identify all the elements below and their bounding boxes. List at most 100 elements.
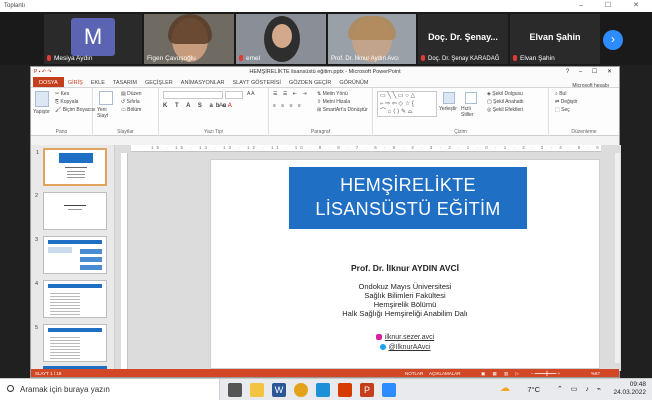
align-buttons[interactable]: ≡ ≡ ≡ ≡	[273, 103, 303, 109]
thumb-banner	[59, 153, 93, 163]
tray-icons[interactable]: ⌃ ▭ ♪ ⌁	[557, 385, 604, 393]
tab-view[interactable]: GÖRÜNÜM	[335, 77, 372, 87]
tab-transitions[interactable]: GEÇİŞLER	[141, 77, 177, 87]
thumb-box	[48, 247, 72, 253]
font-grow-shrink[interactable]: A A	[247, 91, 255, 97]
paste-icon[interactable]	[35, 91, 49, 107]
quick-styles-icon[interactable]	[465, 92, 477, 104]
shape-fill-button[interactable]: ◈ Şekil Dolgusu	[487, 91, 523, 97]
slide-thumbnail-5[interactable]: 5	[35, 324, 107, 362]
align-text-button[interactable]: ⇳ Metni Hizala	[317, 99, 350, 105]
select-button[interactable]: ⬚ Seç	[555, 107, 570, 113]
group-clipboard: Yapıştır ✂ Kes ⎘ Kopyala 🖌 Biçim Boyacıs…	[31, 88, 96, 136]
slide-institution-faculty: Sağlık Bilimleri Fakültesi	[364, 291, 446, 300]
tab-animations[interactable]: ANİMASYONLAR	[177, 77, 229, 87]
text-direction-button[interactable]: ⇅ Metin Yönü	[317, 91, 348, 97]
group-drawing: ▭ ╲ ╲ ▭ ○ △ ⌐ ⇨ ⇦ ◇ ☆ {⌒ ⌂ ⟨ ⟩ ✎ ⌓ Yerleş…	[373, 88, 549, 136]
zoom-gallery: M Mesiya Aydın Figen Çavuşoğlu emel Prof…	[0, 12, 652, 65]
vertical-scrollbar[interactable]	[615, 153, 620, 363]
slide-title-banner[interactable]: HEMŞİRELİKTE LİSANSÜSTÜ EĞİTİM	[289, 167, 527, 229]
slide-institution-department: Hemşirelik Bölümü	[373, 300, 437, 309]
font-size-box[interactable]	[225, 91, 243, 99]
zoom-level[interactable]: %67	[591, 371, 600, 376]
participant-name: Figen Çavuşoğlu	[147, 55, 196, 62]
cut-button[interactable]: ✂ Kes	[55, 91, 69, 97]
taskbar-clock[interactable]: 09:48 24.03.2022	[613, 381, 646, 397]
notes-button[interactable]: NOTLAR	[405, 371, 423, 376]
powerpoint-taskbar-icon[interactable]: P	[360, 383, 374, 397]
taskbar-search[interactable]: Aramak için buraya yazın	[0, 379, 220, 400]
participant-tile-emel[interactable]: emel	[236, 14, 326, 64]
mic-muted-icon	[421, 55, 425, 61]
file-explorer-icon[interactable]	[250, 383, 264, 397]
shape-outline-button[interactable]: ▢ Şekil Anahattı	[487, 99, 524, 105]
paste-button[interactable]: Yapıştır	[33, 109, 50, 115]
replace-button[interactable]: ⇄ Değiştir	[555, 99, 578, 105]
text-direction-label: Metin Yönü	[322, 91, 348, 97]
tab-home[interactable]: GİRİŞ	[64, 77, 87, 87]
slide-thumbnail-1[interactable]: 1	[36, 148, 107, 186]
group-paragraph: ☰ ☰ ⇤ ⇥ ≡ ≡ ≡ ≡ ⇅ Metin Yönü ⇳ Metni Hiz…	[269, 88, 373, 136]
participant-tile-senay[interactable]: Doç. Dr. Şenay... Doç. Dr. Şenay KARADAĞ	[418, 14, 508, 64]
thumb-line	[67, 177, 85, 178]
tab-design[interactable]: TASARIM	[109, 77, 141, 87]
ppt-window-controls[interactable]: ? – ☐ ✕	[566, 68, 616, 75]
new-slide-icon[interactable]	[99, 91, 113, 105]
current-slide[interactable]: HEMŞİRELİKTE LİSANSÜSTÜ EĞİTİM Prof. Dr.…	[210, 159, 600, 369]
participant-tile-mesiya[interactable]: M Mesiya Aydın	[44, 14, 142, 64]
office-icon[interactable]	[338, 383, 352, 397]
comments-button[interactable]: AÇIKLAMALAR	[429, 371, 461, 376]
temperature[interactable]: 7°C	[527, 385, 540, 394]
window-controls[interactable]: – ☐ ✕	[579, 1, 649, 9]
thumb-line	[67, 171, 85, 172]
next-page-arrow-icon[interactable]: ›	[603, 30, 623, 50]
tab-file[interactable]: DOSYA	[33, 77, 64, 87]
layout-button[interactable]: ▤ Düzen	[121, 91, 142, 97]
list-buttons[interactable]: ☰ ☰ ⇤ ⇥	[273, 91, 309, 97]
system-tray: ☁ 7°C ⌃ ▭ ♪ ⌁ 09:48 24.03.2022	[450, 379, 650, 400]
zoom-slider[interactable]: – ━━━━╋━━━ +	[531, 371, 560, 377]
format-painter-button[interactable]: 🖌 Biçim Boyacısı	[55, 107, 96, 113]
arrange-button[interactable]: Yerleştir	[439, 106, 457, 112]
slide-author: Prof. Dr. İlknur AYDIN AVCİ	[350, 263, 459, 273]
ribbon-home: Yapıştır ✂ Kes ⎘ Kopyala 🖌 Biçim Boyacıs…	[31, 88, 619, 136]
font-color-button[interactable]: Aa A	[219, 103, 232, 109]
chrome-icon[interactable]	[294, 383, 308, 397]
font-name-box[interactable]	[163, 91, 223, 99]
mic-muted-icon	[513, 55, 517, 61]
new-slide-button[interactable]: Yeni Slayt	[97, 107, 117, 119]
word-icon[interactable]: W	[272, 383, 286, 397]
horizontal-ruler: 16 · 15 · 14 · 13 · 12 · 11 · 10 · 9 · 8…	[131, 145, 601, 152]
participant-tile-figen[interactable]: Figen Çavuşoğlu	[144, 14, 234, 64]
thumb-line	[65, 167, 87, 168]
slide-thumbnail-3[interactable]: 3	[35, 236, 107, 274]
shape-effects-button[interactable]: ◎ Şekil Efektleri	[487, 107, 523, 113]
thumb-text	[50, 291, 80, 315]
format-painter-label: Biçim Boyacısı	[62, 107, 96, 113]
view-buttons[interactable]: ▣ ▦ ▥ ▷	[481, 371, 522, 377]
copy-label: Kopyala	[60, 99, 79, 105]
participant-tile-elvan[interactable]: Elvan Şahin Elvan Şahin	[510, 14, 600, 64]
section-button[interactable]: ▭ Bölüm	[121, 107, 141, 113]
tab-insert[interactable]: EKLE	[87, 77, 109, 87]
tab-slideshow[interactable]: SLAYT GÖSTERİSİ	[229, 77, 285, 87]
thumb-box	[80, 257, 102, 262]
quick-access-toolbar[interactable]: P ▪ ↶ ↷	[34, 69, 52, 75]
mail-icon[interactable]	[316, 383, 330, 397]
thumb-box	[80, 265, 102, 270]
participant-tile-ilknur[interactable]: Prof. Dr. İlknur Aydın Avcı	[328, 14, 416, 64]
slide-thumbnail-2[interactable]: 2	[35, 192, 107, 230]
slide-thumbnail-4[interactable]: 4	[35, 280, 107, 318]
copy-button[interactable]: ⎘ Kopyala	[55, 99, 78, 105]
zoom-taskbar-icon[interactable]	[382, 383, 396, 397]
shapes-gallery[interactable]: ▭ ╲ ╲ ▭ ○ △ ⌐ ⇨ ⇦ ◇ ☆ {⌒ ⌂ ⟨ ⟩ ✎ ⌓	[377, 91, 437, 117]
smartart-button[interactable]: ⊞ SmartArt'a Dönüştür	[317, 107, 368, 113]
tab-review[interactable]: GÖZDEN GEÇİR	[285, 77, 335, 87]
participant-name: emel	[246, 55, 261, 62]
twitter-handle[interactable]: @IlknurAAvci	[389, 344, 431, 351]
find-button[interactable]: ⌕ Bul	[555, 91, 566, 97]
reset-button[interactable]: ↺ Sıfırla	[121, 99, 140, 105]
quick-styles-button[interactable]: Hızlı Stiller	[461, 106, 483, 118]
task-view-icon[interactable]	[228, 383, 242, 397]
arrange-icon[interactable]	[443, 92, 455, 104]
